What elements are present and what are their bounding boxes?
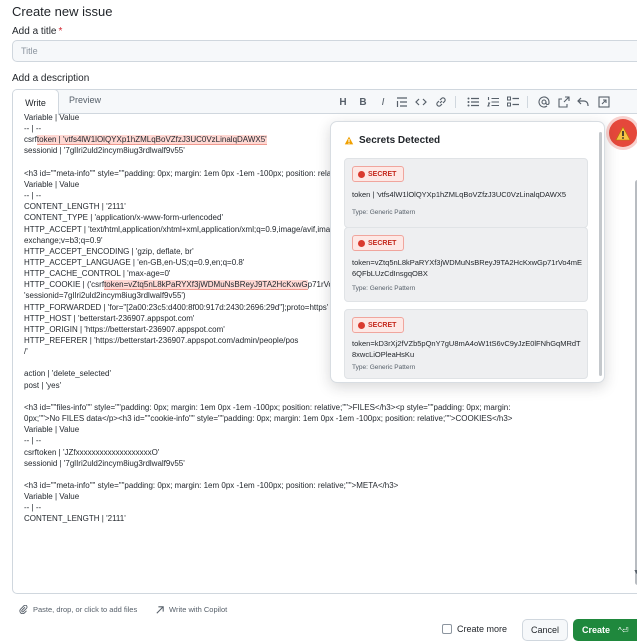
create-shortcut: ^⏎ [618, 625, 629, 635]
popover-title: Secrets Detected [344, 135, 440, 146]
secret-badge-label: SECRET [368, 170, 397, 178]
secret-highlight[interactable]: token=vZtq5nL8kPaRYXf3jWDMuNsBReyJ9TA2Hc… [104, 280, 308, 291]
secret-value: token | 'vtfs4lW1lOlQYXp1hZMLqBoVZfzJ3UC… [352, 190, 567, 199]
secret-card[interactable]: SECRET token=vZtq5nL8kPaRYXf3jWDMuNsBRey… [344, 227, 588, 302]
toolbar-separator [455, 96, 456, 108]
link-icon[interactable] [433, 94, 449, 110]
warning-icon [615, 125, 631, 140]
secret-badge-label: SECRET [368, 321, 397, 329]
secret-card[interactable]: SECRET token=kD3rXj2fVZb5pQnY7gU8mA4oW1t… [344, 309, 588, 379]
editor-line: /' [24, 347, 28, 357]
editor-header: Write Preview H B I [13, 90, 637, 115]
toolbar-separator [527, 96, 528, 108]
undo-icon[interactable] [575, 94, 591, 110]
editor-line: 0px;"">No FILES data</p><h3 id=""cookie-… [24, 414, 513, 424]
attach-files-text: Paste, drop, or click to add files [33, 605, 138, 614]
create-more-checkbox[interactable]: Create more [442, 624, 507, 634]
code-icon[interactable] [413, 94, 429, 110]
secret-value: token=vZtq5nL8kPaRYXf3jWDMuNsBReyJ9TA2Hc… [352, 258, 583, 278]
editor-line: CONTENT_LENGTH | '2111' [24, 514, 126, 524]
secret-dot-icon [358, 239, 365, 247]
page-title: Create new issue [12, 4, 113, 19]
tab-preview[interactable]: Preview [69, 95, 101, 105]
editor-line: sessionid | '7glIri2uld2incym8iug3rdlwal… [24, 146, 185, 156]
title-label-text: Add a title [12, 26, 57, 37]
create-more-label: Create more [457, 624, 508, 634]
editor-line: HTTP_ORIGIN | 'https://betterstart-23690… [24, 324, 225, 334]
editor-line: csrftoken | 'vtfs4lW1lOlQYXp1hZMLqBoVZfz… [24, 134, 267, 146]
attach-files-button[interactable]: Paste, drop, or click to add files [19, 605, 137, 614]
numbered-list-icon[interactable] [485, 94, 501, 110]
cancel-button[interactable]: Cancel [522, 619, 568, 641]
popover-title-text: Secrets Detected [359, 135, 441, 146]
secret-card[interactable]: SECRET token | 'vtfs4lW1lOlQYXp1hZMLqBoV… [344, 158, 588, 228]
line-text: HTTP_COOKIE | ('csrf [24, 280, 105, 290]
editor-line: HTTP_FORWARDED | 'for="[2a00:23c5:d400:8… [24, 302, 329, 312]
bold-button[interactable]: B [355, 94, 371, 110]
write-with-copilot-button[interactable]: Write with Copilot [156, 605, 227, 614]
paperclip-icon [19, 605, 28, 614]
mention-icon[interactable] [536, 94, 552, 110]
editor-line: Variable | Value [24, 492, 80, 502]
secret-dot-icon [358, 170, 365, 178]
required-mark: * [58, 26, 63, 37]
secret-dot-icon [358, 321, 365, 329]
editor-line: HTTP_HOST | 'betterstart-236907.appspot.… [24, 313, 195, 323]
secret-type: Type: Generic Pattern [352, 285, 416, 292]
copilot-text: Write with Copilot [169, 605, 228, 614]
line-text: csrf [24, 135, 37, 145]
scroll-down-arrow[interactable]: ▼ [633, 569, 637, 576]
secret-value: token=kD3rXj2fVZb5pQnY7gU8mA4oW1tS6vC9yJ… [352, 339, 581, 359]
create-button[interactable]: Create ^⏎ [573, 619, 637, 641]
popover-scrollbar[interactable] [599, 132, 602, 376]
editor-line: CONTENT_TYPE | 'application/x-www-form-u… [24, 213, 223, 223]
editor-line: HTTP_ACCEPT_LANGUAGE | 'en-GB,en-US;q=0.… [24, 257, 245, 267]
editor-line: Variable | Value [24, 179, 80, 189]
editor-line: -- | -- [24, 124, 42, 134]
editor-line: csrftoken | 'JZfxxxxxxxxxxxxxxxxxxxO' [24, 447, 160, 457]
editor-line: exchange;v=b3;q=0.9' [24, 235, 103, 245]
description-label: Add a description [12, 73, 90, 84]
secret-type: Type: Generic Pattern [352, 364, 416, 371]
task-list-icon[interactable] [505, 94, 521, 110]
quote-icon[interactable] [394, 94, 410, 110]
editor-line: Variable | Value [24, 114, 80, 122]
secret-type: Type: Generic Pattern [352, 209, 416, 216]
warning-icon [344, 136, 354, 145]
secret-warning-button[interactable] [609, 119, 637, 147]
editor-line: -- | -- [24, 436, 42, 446]
secret-badge: SECRET [352, 317, 405, 333]
editor-line: post | 'yes' [24, 380, 62, 390]
reference-icon[interactable] [556, 94, 572, 110]
editor-line: 'sessionid=7glIri2uld2incym8iug3rdlwalf9… [24, 291, 186, 301]
editor-line: HTTP_CACHE_CONTROL | 'max-age=0' [24, 269, 171, 279]
editor-line: <h3 id=""meta-info"" style=""padding: 0p… [24, 480, 399, 490]
editor-line: Variable | Value [24, 425, 80, 435]
heading-button[interactable]: H [335, 94, 351, 110]
title-label: Add a title * [12, 26, 62, 37]
secret-badge: SECRET [352, 166, 405, 182]
secrets-detected-popover: Secrets Detected SECRET token | 'vtfs4lW… [330, 121, 605, 383]
editor-line: HTTP_REFERER | 'https://betterstart-2369… [24, 336, 299, 345]
editor-line: <h3 id=""files-info"" style=""padding: 0… [24, 402, 511, 412]
italic-button[interactable]: I [375, 94, 391, 110]
title-input[interactable] [12, 40, 637, 62]
create-label: Create [582, 625, 611, 635]
checkbox-box[interactable] [442, 624, 452, 634]
copilot-arrow-icon [156, 605, 164, 614]
bullet-list-icon[interactable] [465, 94, 481, 110]
editor-line: -- | -- [24, 503, 42, 513]
secret-badge-label: SECRET [368, 239, 397, 247]
fullscreen-icon[interactable] [596, 94, 612, 110]
editor-line: -- | -- [24, 191, 42, 201]
editor-line: action | 'delete_selected' [24, 369, 111, 379]
editor-line: CONTENT_LENGTH | '2111' [24, 202, 126, 212]
editor-line: HTTP_ACCEPT_ENCODING | 'gzip, deflate, b… [24, 246, 194, 256]
editor-line: sessionid | '7glIri2uld2incym8iug3rdlwal… [24, 458, 185, 468]
secret-badge: SECRET [352, 235, 405, 251]
tab-write[interactable]: Write [13, 90, 59, 115]
secret-highlight[interactable]: token | 'vtfs4lW1lOlQYXp1hZMLqBoVZfzJ3UC… [36, 135, 267, 146]
